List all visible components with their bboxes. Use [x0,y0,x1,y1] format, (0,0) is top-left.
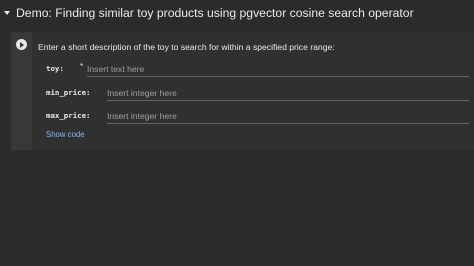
toy-row: toy: * [32,62,474,77]
play-circle-icon[interactable] [16,39,27,50]
required-mark: * [80,62,84,71]
form-area: Enter a short description of the toy to … [32,32,474,150]
show-code-link[interactable]: Show code [46,130,85,139]
form-description: Enter a short description of the toy to … [38,42,335,52]
caret-down-icon[interactable] [4,11,10,15]
toy-input[interactable] [87,62,469,77]
cell-gutter [11,32,32,150]
max-price-input[interactable] [107,109,469,124]
code-cell: Enter a short description of the toy to … [11,32,474,150]
max-price-label: max_price: [46,111,91,120]
min-price-input[interactable] [107,86,469,101]
min-price-label: min_price: [46,88,91,97]
section-title: Demo: Finding similar toy products using… [16,6,414,20]
min-price-row: min_price: [32,86,474,101]
max-price-row: max_price: [32,109,474,124]
toy-label: toy: [46,64,64,73]
section-header[interactable]: Demo: Finding similar toy products using… [0,0,474,26]
